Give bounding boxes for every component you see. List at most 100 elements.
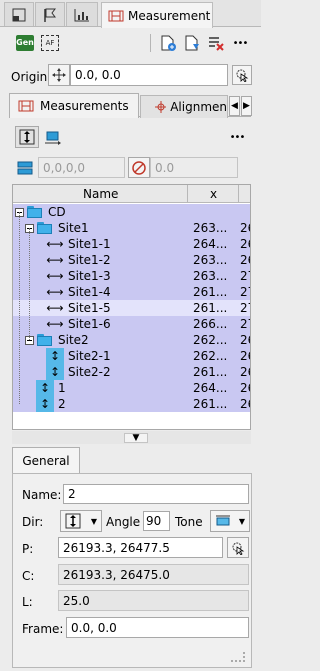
ruler-icon bbox=[18, 100, 34, 112]
tab-scroll-right[interactable]: ▶ bbox=[241, 96, 252, 116]
tree-row-cd[interactable]: CD bbox=[13, 204, 250, 220]
delete-list-icon bbox=[209, 37, 224, 51]
tab-general[interactable]: General bbox=[12, 447, 80, 473]
column-x-header[interactable]: x bbox=[210, 187, 217, 201]
frame-input[interactable]: 0.0, 0.0 bbox=[66, 617, 249, 638]
value-filter-input: 0.0 bbox=[150, 157, 238, 178]
af-icon: AF bbox=[41, 35, 59, 51]
vertical-measure-icon: ↕ bbox=[36, 396, 54, 412]
row-y: 26 bbox=[240, 253, 250, 267]
row-name: Site1-5 bbox=[68, 301, 111, 315]
more-icon: ••• bbox=[232, 37, 249, 49]
tree-row-site1-4[interactable]: ⟷ Site1-4 261... 27 bbox=[13, 284, 250, 300]
row-y: 26 bbox=[240, 381, 250, 395]
horizontal-measure-icon bbox=[45, 131, 61, 145]
tone-select[interactable]: ▼ bbox=[210, 510, 250, 532]
row-name: Site1-4 bbox=[68, 285, 111, 299]
tree-row-site2-1[interactable]: ↕ Site2-1 262... 26 bbox=[13, 348, 250, 364]
collapse-panel-button[interactable]: ▼ bbox=[124, 433, 148, 443]
p-label: P: bbox=[22, 542, 34, 556]
tree-row-site1-1[interactable]: ⟷ Site1-1 264... 26 bbox=[13, 236, 250, 252]
angle-label: Angle bbox=[106, 515, 141, 529]
folder-icon bbox=[37, 222, 52, 234]
tree-row-site1[interactable]: Site1 263... 26 bbox=[13, 220, 250, 236]
tree-row-2[interactable]: ↕ 2 261... 26 bbox=[13, 396, 250, 412]
tree-guide-line bbox=[29, 228, 35, 340]
dropdown-arrow-icon: ▼ bbox=[238, 516, 245, 526]
delete-list-button[interactable] bbox=[205, 32, 227, 54]
tree-row-site1-2[interactable]: ⟷ Site1-2 263... 26 bbox=[13, 252, 250, 268]
tree-row-site1-3[interactable]: ⟷ Site1-3 263... 27 bbox=[13, 268, 250, 284]
measurement-tree[interactable]: Name x CD Site1 263... 26 ⟷ Site1-1 264.… bbox=[12, 184, 251, 430]
chart-icon bbox=[74, 8, 89, 21]
c-label: C: bbox=[22, 569, 35, 583]
add-measurement-button[interactable] bbox=[157, 32, 179, 54]
tree-row-1[interactable]: ↕ 1 264... 26 bbox=[13, 380, 250, 396]
layers-icon bbox=[12, 8, 26, 21]
origin-pick-button[interactable] bbox=[48, 64, 70, 86]
name-input[interactable]: 2 bbox=[63, 484, 249, 504]
column-name-header[interactable]: Name bbox=[83, 187, 118, 201]
tone-label: Tone bbox=[175, 515, 203, 529]
resize-grip[interactable] bbox=[231, 652, 245, 662]
import-button[interactable] bbox=[181, 32, 203, 54]
row-y: 27 bbox=[240, 301, 250, 315]
row-x: 264... bbox=[193, 381, 228, 395]
gen-icon: Gen bbox=[16, 35, 34, 51]
tab-measurements[interactable]: Measurements bbox=[9, 93, 139, 118]
tab-scroll-left[interactable]: ◀ bbox=[229, 96, 240, 116]
header-divider bbox=[238, 185, 239, 203]
angle-input[interactable]: 90 bbox=[143, 511, 170, 531]
row-x: 263... bbox=[193, 221, 228, 235]
row-y: 26 bbox=[240, 397, 250, 411]
chevron-left-icon: ◀ bbox=[231, 101, 238, 111]
tab-layers[interactable] bbox=[4, 2, 34, 26]
frame-value: 0.0, 0.0 bbox=[71, 620, 117, 635]
no-filter-button[interactable] bbox=[128, 157, 150, 178]
row-name: CD bbox=[48, 205, 66, 219]
dropdown-arrow-icon: ▼ bbox=[90, 516, 97, 526]
af-button[interactable]: AF bbox=[39, 32, 61, 54]
window-tab-bar: Measurement bbox=[0, 0, 261, 28]
folder-icon bbox=[37, 334, 52, 346]
row-x: 261... bbox=[193, 397, 228, 411]
row-y: 27 bbox=[240, 285, 250, 299]
direction-select[interactable]: ▼ bbox=[60, 510, 102, 532]
row-name: Site1-1 bbox=[68, 237, 111, 251]
toolbar-separator bbox=[150, 34, 151, 52]
horizontal-measure-button[interactable] bbox=[42, 126, 64, 148]
horizontal-measure-icon: ⟷ bbox=[46, 301, 64, 315]
row-x: 264... bbox=[193, 237, 228, 251]
box-filter-input: 0,0,0,0 bbox=[38, 157, 125, 178]
value-filter-value: 0.0 bbox=[155, 160, 175, 175]
row-y: 27 bbox=[240, 317, 250, 331]
row-name: Site1-6 bbox=[68, 317, 111, 331]
box-filter-icon bbox=[17, 161, 33, 175]
tab-flags[interactable] bbox=[35, 2, 65, 26]
tree-guide-line bbox=[19, 212, 25, 404]
row-x: 261... bbox=[193, 301, 228, 315]
row-name: Site1-2 bbox=[68, 253, 111, 267]
more-menu-button[interactable]: ••• bbox=[229, 32, 251, 54]
tree-row-site2[interactable]: Site2 262... 26 bbox=[13, 332, 250, 348]
no-filter-icon bbox=[132, 160, 146, 175]
tree-row-site2-2[interactable]: ↕ Site2-2 261... 26 bbox=[13, 364, 250, 380]
tab-measurement[interactable]: Measurement bbox=[101, 2, 213, 28]
inner-more-button[interactable]: ••• bbox=[226, 126, 248, 148]
tab-alignment[interactable]: Alignmen bbox=[140, 95, 228, 118]
gen-button[interactable]: Gen bbox=[14, 32, 36, 54]
origin-input[interactable]: 0.0, 0.0 bbox=[70, 64, 228, 86]
p-input[interactable]: 26193.3, 26477.5 bbox=[58, 537, 223, 558]
c-value: 26193.3, 26475.0 bbox=[63, 567, 170, 582]
row-x: 263... bbox=[193, 253, 228, 267]
origin-cursor-button[interactable] bbox=[232, 65, 252, 85]
panel-splitter[interactable]: ▼ bbox=[12, 431, 251, 444]
box-filter-button[interactable] bbox=[14, 157, 36, 179]
tree-row-site1-5[interactable]: ⟷ Site1-5 261... 27 bbox=[13, 300, 250, 316]
tree-row-site1-6[interactable]: ⟷ Site1-6 266... 27 bbox=[13, 316, 250, 332]
p-pick-button[interactable] bbox=[227, 537, 249, 558]
tab-chart[interactable] bbox=[66, 2, 98, 26]
row-x: 262... bbox=[193, 333, 228, 347]
c-field: 26193.3, 26475.0 bbox=[58, 564, 249, 585]
vertical-measure-button[interactable] bbox=[15, 126, 39, 148]
